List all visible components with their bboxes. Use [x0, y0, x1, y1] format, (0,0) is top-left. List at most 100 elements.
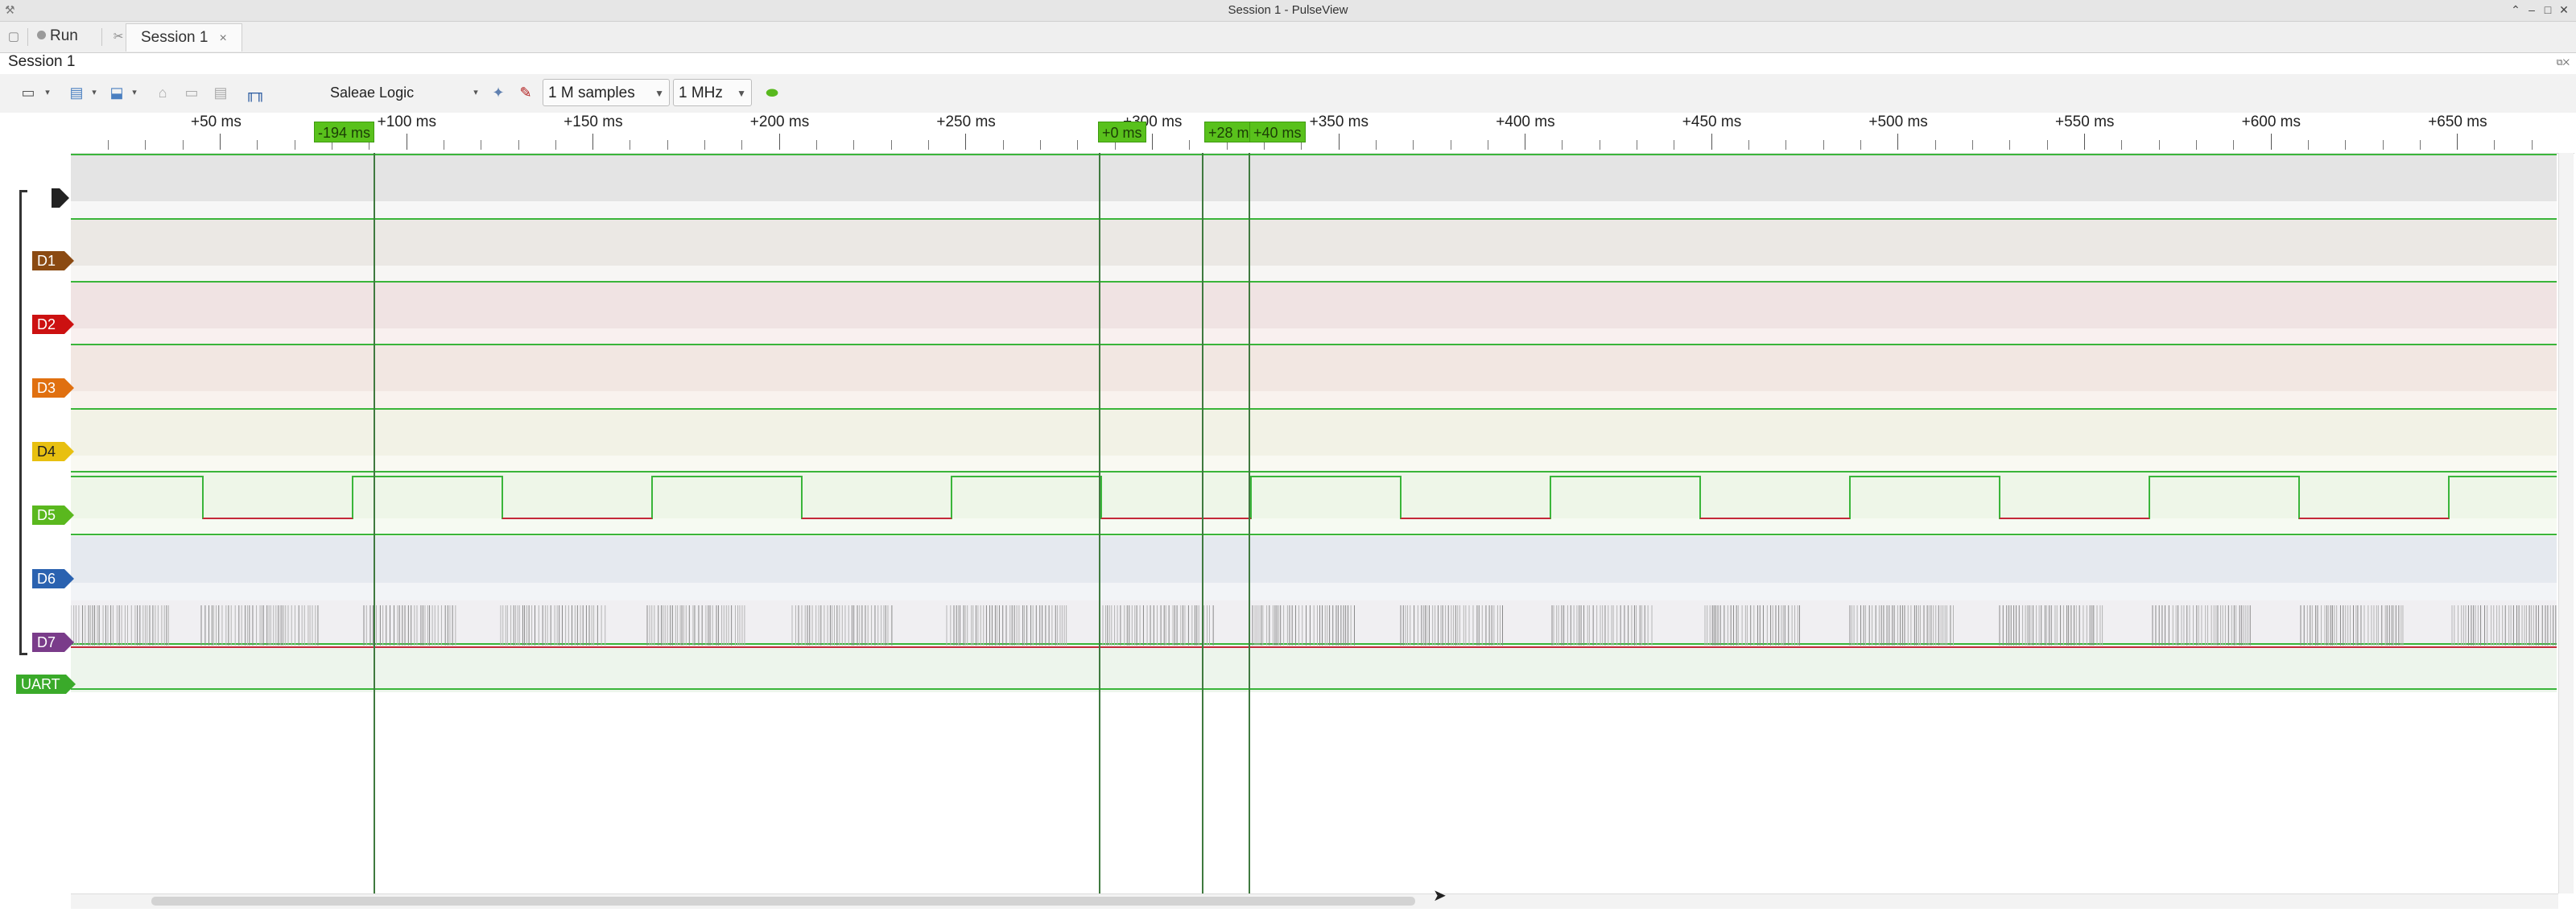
channel-band — [71, 536, 2557, 583]
channel-label-uart[interactable]: UART — [16, 675, 76, 694]
channel-label-d2[interactable]: D2 — [32, 315, 74, 334]
ruler-tick — [2270, 134, 2272, 150]
ruler-tick — [2382, 140, 2384, 150]
cursor-flag[interactable]: -194 ms — [314, 122, 375, 142]
ruler-tick — [928, 140, 930, 150]
channel-band — [71, 266, 2557, 282]
ruler-tick — [2121, 140, 2123, 150]
collapse-window-icon[interactable]: ⌃ — [2508, 2, 2523, 17]
ruler-tick — [1860, 140, 1862, 150]
samplerate-select[interactable]: 1 MHz ▼ — [673, 79, 752, 106]
channel-group-bracket — [19, 190, 27, 655]
ruler-tick — [2009, 140, 2011, 150]
ruler-tick — [2046, 140, 2048, 150]
close-tab-icon[interactable]: × — [219, 31, 226, 45]
device-selector[interactable]: Saleae Logic — [330, 82, 483, 103]
samples-select[interactable]: 1 M samples ▼ — [543, 79, 670, 106]
save-icon[interactable]: ▤ — [66, 82, 87, 103]
chevron-down-icon[interactable]: ▾ — [129, 82, 140, 103]
settings-tools-icon[interactable]: ✂ — [111, 30, 126, 44]
maximize-window-icon[interactable]: □ — [2541, 2, 2555, 17]
ruler-tick — [816, 140, 818, 150]
channel-band — [71, 518, 2557, 536]
cursor-flag[interactable]: +40 ms — [1249, 122, 1306, 142]
ruler-tick — [182, 140, 184, 150]
ruler-tick — [704, 140, 706, 150]
zoom-in-icon[interactable]: ⌂ — [153, 82, 172, 103]
ruler-tick — [778, 134, 780, 150]
channel-label-d5[interactable]: D5 — [32, 506, 74, 525]
chevron-down-icon: ▼ — [654, 88, 664, 99]
ruler-tick — [1375, 140, 1377, 150]
ruler-tick — [667, 140, 668, 150]
run-status-icon — [37, 31, 46, 39]
dock-float-close-icon[interactable]: ⧉✕ — [2557, 58, 2570, 68]
chevron-down-icon[interactable]: ▾ — [42, 82, 53, 103]
ruler-tick — [1040, 140, 1042, 150]
chevron-down-icon[interactable]: ▾ — [470, 82, 481, 103]
trace-view[interactable] — [71, 153, 2557, 893]
ruler-tick — [1151, 134, 1153, 150]
channel-band — [71, 201, 2557, 219]
ruler-tick — [1711, 134, 1712, 150]
ruler-tick — [1338, 134, 1340, 150]
ruler-tick — [2195, 140, 2197, 150]
channel-band — [71, 644, 2557, 692]
ruler-tick-label: +200 ms — [749, 113, 810, 130]
channel-label-d1[interactable]: D1 — [32, 251, 74, 270]
channel-band — [71, 409, 2557, 456]
minimize-window-icon[interactable]: – — [2524, 2, 2539, 17]
horizontal-scrollbar[interactable] — [71, 893, 2558, 909]
session-tabbar: ▢ Run ✂ Session 1 × — [0, 22, 2576, 53]
ruler-tick — [2345, 140, 2347, 150]
trace-canvas — [71, 153, 2557, 893]
vertical-scrollbar[interactable] — [2558, 153, 2574, 893]
cursor-flag[interactable]: +28 m — [1204, 122, 1253, 142]
run-button[interactable]: Run — [37, 27, 78, 47]
ruler-tick — [555, 140, 556, 150]
channel-band — [71, 219, 2557, 266]
channel-band — [71, 456, 2557, 472]
samples-value: 1 M samples — [548, 85, 635, 101]
probe-config-icon[interactable]: ✎ — [515, 82, 536, 103]
cursor-flag[interactable]: +0 ms — [1098, 122, 1146, 142]
chevron-down-icon: ▼ — [737, 88, 746, 99]
ruler-tick — [741, 140, 743, 150]
channel-band — [71, 583, 2557, 600]
tab-session-1[interactable]: Session 1 × — [126, 23, 242, 52]
ruler-tick-label: +600 ms — [2241, 113, 2301, 130]
add-decoder-icon[interactable]: ⬬ — [760, 82, 784, 103]
open-file-icon[interactable]: ▭ — [18, 82, 39, 103]
ruler-tick — [2307, 140, 2309, 150]
ruler-tick — [853, 140, 855, 150]
ruler-tick — [592, 134, 594, 150]
channel-label-d4[interactable]: D4 — [32, 442, 74, 461]
chevron-down-icon[interactable]: ▾ — [89, 82, 100, 103]
device-config-icon[interactable]: ✦ — [488, 82, 509, 103]
mouse-pointer-icon: ➤ — [1433, 887, 1447, 905]
channel-label-d7[interactable]: D7 — [32, 633, 74, 652]
channel-label-d6[interactable]: D6 — [32, 569, 74, 588]
ruler-tick — [2494, 140, 2496, 150]
close-window-icon[interactable]: ✕ — [2557, 2, 2571, 17]
show-cursors-icon[interactable]: ╓╖ — [243, 82, 267, 103]
zoom-one-to-one-icon[interactable]: ▤ — [211, 82, 230, 103]
ruler-tick — [890, 140, 892, 150]
export-icon[interactable]: ⬓ — [106, 82, 127, 103]
time-ruler[interactable]: +50 ms +100 ms +150 ms +200 ms +250 ms +300 m… — [71, 113, 2574, 154]
channel-band — [71, 472, 2557, 518]
ruler-tick — [518, 140, 519, 150]
channel-band — [71, 153, 2557, 201]
zoom-fit-icon[interactable]: ▭ — [182, 82, 201, 103]
channel-label-d0[interactable] — [52, 188, 69, 208]
ruler-tick-label: +250 ms — [936, 113, 996, 130]
session-title: Session 1 — [8, 53, 76, 70]
ruler-tick — [1002, 140, 1004, 150]
new-session-icon[interactable]: ▢ — [6, 30, 21, 44]
scrollbar-thumb[interactable] — [151, 897, 1415, 906]
ruler-tick-label: +500 ms — [1868, 113, 1928, 130]
channel-band — [71, 328, 2557, 345]
ruler-tick — [108, 140, 109, 150]
ruler-tick — [1562, 140, 1563, 150]
channel-label-d3[interactable]: D3 — [32, 378, 74, 398]
